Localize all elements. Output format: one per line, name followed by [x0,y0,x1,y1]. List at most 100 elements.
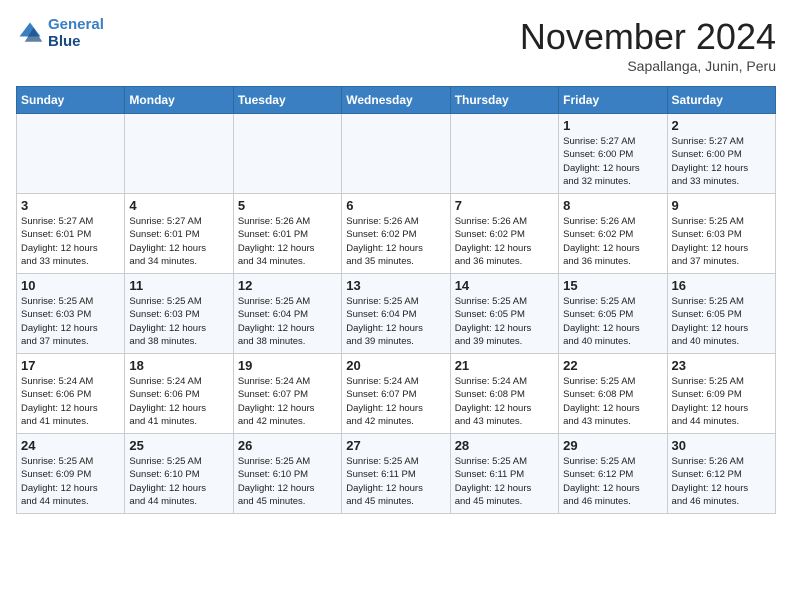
calendar-body: 1 Sunrise: 5:27 AM Sunset: 6:00 PM Daylig… [17,114,776,514]
day-number: 3 [21,198,120,213]
calendar-cell: 7 Sunrise: 5:26 AM Sunset: 6:02 PM Daylig… [450,194,558,274]
calendar-cell [342,114,450,194]
calendar-cell: 30 Sunrise: 5:26 AM Sunset: 6:12 PM Dayli… [667,434,775,514]
calendar-cell [233,114,341,194]
day-number: 10 [21,278,120,293]
calendar-cell: 6Sunrise: 5:26 AM Sunset: 6:02 PM Daylig… [342,194,450,274]
day-info: Sunrise: 5:26 AM Sunset: 6:12 PM Dayligh… [672,455,771,508]
day-info: Sunrise: 5:27 AM Sunset: 6:01 PM Dayligh… [129,215,228,268]
weekday-header-saturday: Saturday [667,87,775,114]
calendar-cell [125,114,233,194]
calendar-cell: 23Sunrise: 5:25 AM Sunset: 6:09 PM Dayli… [667,354,775,434]
calendar-cell: 11 Sunrise: 5:25 AM Sunset: 6:03 PM Dayli… [125,274,233,354]
calendar-cell: 21Sunrise: 5:24 AM Sunset: 6:08 PM Dayli… [450,354,558,434]
day-number: 27 [346,438,445,453]
calendar-week-3: 10 Sunrise: 5:25 AM Sunset: 6:03 PM Dayli… [17,274,776,354]
day-number: 4 [129,198,228,213]
calendar-cell: 18 Sunrise: 5:24 AM Sunset: 6:06 PM Dayli… [125,354,233,434]
weekday-header-thursday: Thursday [450,87,558,114]
calendar-cell: 19 Sunrise: 5:24 AM Sunset: 6:07 PM Dayli… [233,354,341,434]
calendar-cell: 27 Sunrise: 5:25 AM Sunset: 6:11 PM Dayli… [342,434,450,514]
day-number: 12 [238,278,337,293]
calendar-cell: 17 Sunrise: 5:24 AM Sunset: 6:06 PM Dayli… [17,354,125,434]
calendar-cell: 1 Sunrise: 5:27 AM Sunset: 6:00 PM Daylig… [559,114,667,194]
day-info: Sunrise: 5:24 AM Sunset: 6:06 PM Dayligh… [21,375,120,428]
day-number: 14 [455,278,554,293]
weekday-header-sunday: Sunday [17,87,125,114]
weekday-header-monday: Monday [125,87,233,114]
day-number: 9 [672,198,771,213]
calendar-week-4: 17 Sunrise: 5:24 AM Sunset: 6:06 PM Dayli… [17,354,776,434]
calendar-cell: 13Sunrise: 5:25 AM Sunset: 6:04 PM Dayli… [342,274,450,354]
location: Sapallanga, Junin, Peru [520,58,776,74]
day-number: 30 [672,438,771,453]
calendar-cell: 25 Sunrise: 5:25 AM Sunset: 6:10 PM Dayli… [125,434,233,514]
day-number: 2 [672,118,771,133]
day-number: 17 [21,358,120,373]
day-number: 15 [563,278,662,293]
day-info: Sunrise: 5:25 AM Sunset: 6:09 PM Dayligh… [21,455,120,508]
day-info: Sunrise: 5:27 AM Sunset: 6:01 PM Dayligh… [21,215,120,268]
calendar-cell: 15 Sunrise: 5:25 AM Sunset: 6:05 PM Dayli… [559,274,667,354]
weekday-header-tuesday: Tuesday [233,87,341,114]
day-number: 11 [129,278,228,293]
calendar-header-row: SundayMondayTuesdayWednesdayThursdayFrid… [17,87,776,114]
day-info: Sunrise: 5:27 AM Sunset: 6:00 PM Dayligh… [672,135,771,188]
calendar-cell: 9 Sunrise: 5:25 AM Sunset: 6:03 PM Daylig… [667,194,775,274]
title-block: November 2024 Sapallanga, Junin, Peru [520,16,776,74]
calendar-cell: 16 Sunrise: 5:25 AM Sunset: 6:05 PM Dayli… [667,274,775,354]
page-header: General Blue November 2024 Sapallanga, J… [16,16,776,74]
day-number: 7 [455,198,554,213]
calendar-cell: 4 Sunrise: 5:27 AM Sunset: 6:01 PM Daylig… [125,194,233,274]
day-info: Sunrise: 5:25 AM Sunset: 6:03 PM Dayligh… [672,215,771,268]
day-info: Sunrise: 5:24 AM Sunset: 6:07 PM Dayligh… [238,375,337,428]
day-info: Sunrise: 5:25 AM Sunset: 6:08 PM Dayligh… [563,375,662,428]
day-info: Sunrise: 5:24 AM Sunset: 6:07 PM Dayligh… [346,375,445,428]
day-number: 16 [672,278,771,293]
day-info: Sunrise: 5:26 AM Sunset: 6:02 PM Dayligh… [563,215,662,268]
day-number: 5 [238,198,337,213]
month-title: November 2024 [520,16,776,58]
calendar-week-5: 24Sunrise: 5:25 AM Sunset: 6:09 PM Dayli… [17,434,776,514]
calendar-table: SundayMondayTuesdayWednesdayThursdayFrid… [16,86,776,514]
day-info: Sunrise: 5:25 AM Sunset: 6:04 PM Dayligh… [238,295,337,348]
day-number: 22 [563,358,662,373]
calendar-cell: 24Sunrise: 5:25 AM Sunset: 6:09 PM Dayli… [17,434,125,514]
calendar-cell: 26 Sunrise: 5:25 AM Sunset: 6:10 PM Dayli… [233,434,341,514]
calendar-cell: 12 Sunrise: 5:25 AM Sunset: 6:04 PM Dayli… [233,274,341,354]
day-info: Sunrise: 5:25 AM Sunset: 6:03 PM Dayligh… [129,295,228,348]
day-info: Sunrise: 5:25 AM Sunset: 6:12 PM Dayligh… [563,455,662,508]
day-number: 20 [346,358,445,373]
day-info: Sunrise: 5:25 AM Sunset: 6:10 PM Dayligh… [238,455,337,508]
day-number: 26 [238,438,337,453]
day-number: 18 [129,358,228,373]
day-info: Sunrise: 5:25 AM Sunset: 6:11 PM Dayligh… [346,455,445,508]
day-info: Sunrise: 5:26 AM Sunset: 6:02 PM Dayligh… [346,215,445,268]
calendar-cell [450,114,558,194]
calendar-cell: 29Sunrise: 5:25 AM Sunset: 6:12 PM Dayli… [559,434,667,514]
day-number: 1 [563,118,662,133]
day-info: Sunrise: 5:26 AM Sunset: 6:02 PM Dayligh… [455,215,554,268]
calendar-week-2: 3 Sunrise: 5:27 AM Sunset: 6:01 PM Daylig… [17,194,776,274]
calendar-cell: 20 Sunrise: 5:24 AM Sunset: 6:07 PM Dayli… [342,354,450,434]
calendar-cell: 2 Sunrise: 5:27 AM Sunset: 6:00 PM Daylig… [667,114,775,194]
day-info: Sunrise: 5:25 AM Sunset: 6:05 PM Dayligh… [563,295,662,348]
calendar-cell: 14Sunrise: 5:25 AM Sunset: 6:05 PM Dayli… [450,274,558,354]
day-number: 8 [563,198,662,213]
calendar-cell: 10Sunrise: 5:25 AM Sunset: 6:03 PM Dayli… [17,274,125,354]
logo-text: General Blue [48,16,104,51]
day-number: 25 [129,438,228,453]
calendar-cell [17,114,125,194]
calendar-cell: 22 Sunrise: 5:25 AM Sunset: 6:08 PM Dayli… [559,354,667,434]
day-info: Sunrise: 5:27 AM Sunset: 6:00 PM Dayligh… [563,135,662,188]
day-number: 23 [672,358,771,373]
calendar-cell: 8 Sunrise: 5:26 AM Sunset: 6:02 PM Daylig… [559,194,667,274]
day-info: Sunrise: 5:24 AM Sunset: 6:08 PM Dayligh… [455,375,554,428]
calendar-cell: 5 Sunrise: 5:26 AM Sunset: 6:01 PM Daylig… [233,194,341,274]
day-info: Sunrise: 5:26 AM Sunset: 6:01 PM Dayligh… [238,215,337,268]
day-number: 19 [238,358,337,373]
logo-icon [16,19,44,47]
day-info: Sunrise: 5:25 AM Sunset: 6:05 PM Dayligh… [672,295,771,348]
day-info: Sunrise: 5:25 AM Sunset: 6:10 PM Dayligh… [129,455,228,508]
day-info: Sunrise: 5:24 AM Sunset: 6:06 PM Dayligh… [129,375,228,428]
